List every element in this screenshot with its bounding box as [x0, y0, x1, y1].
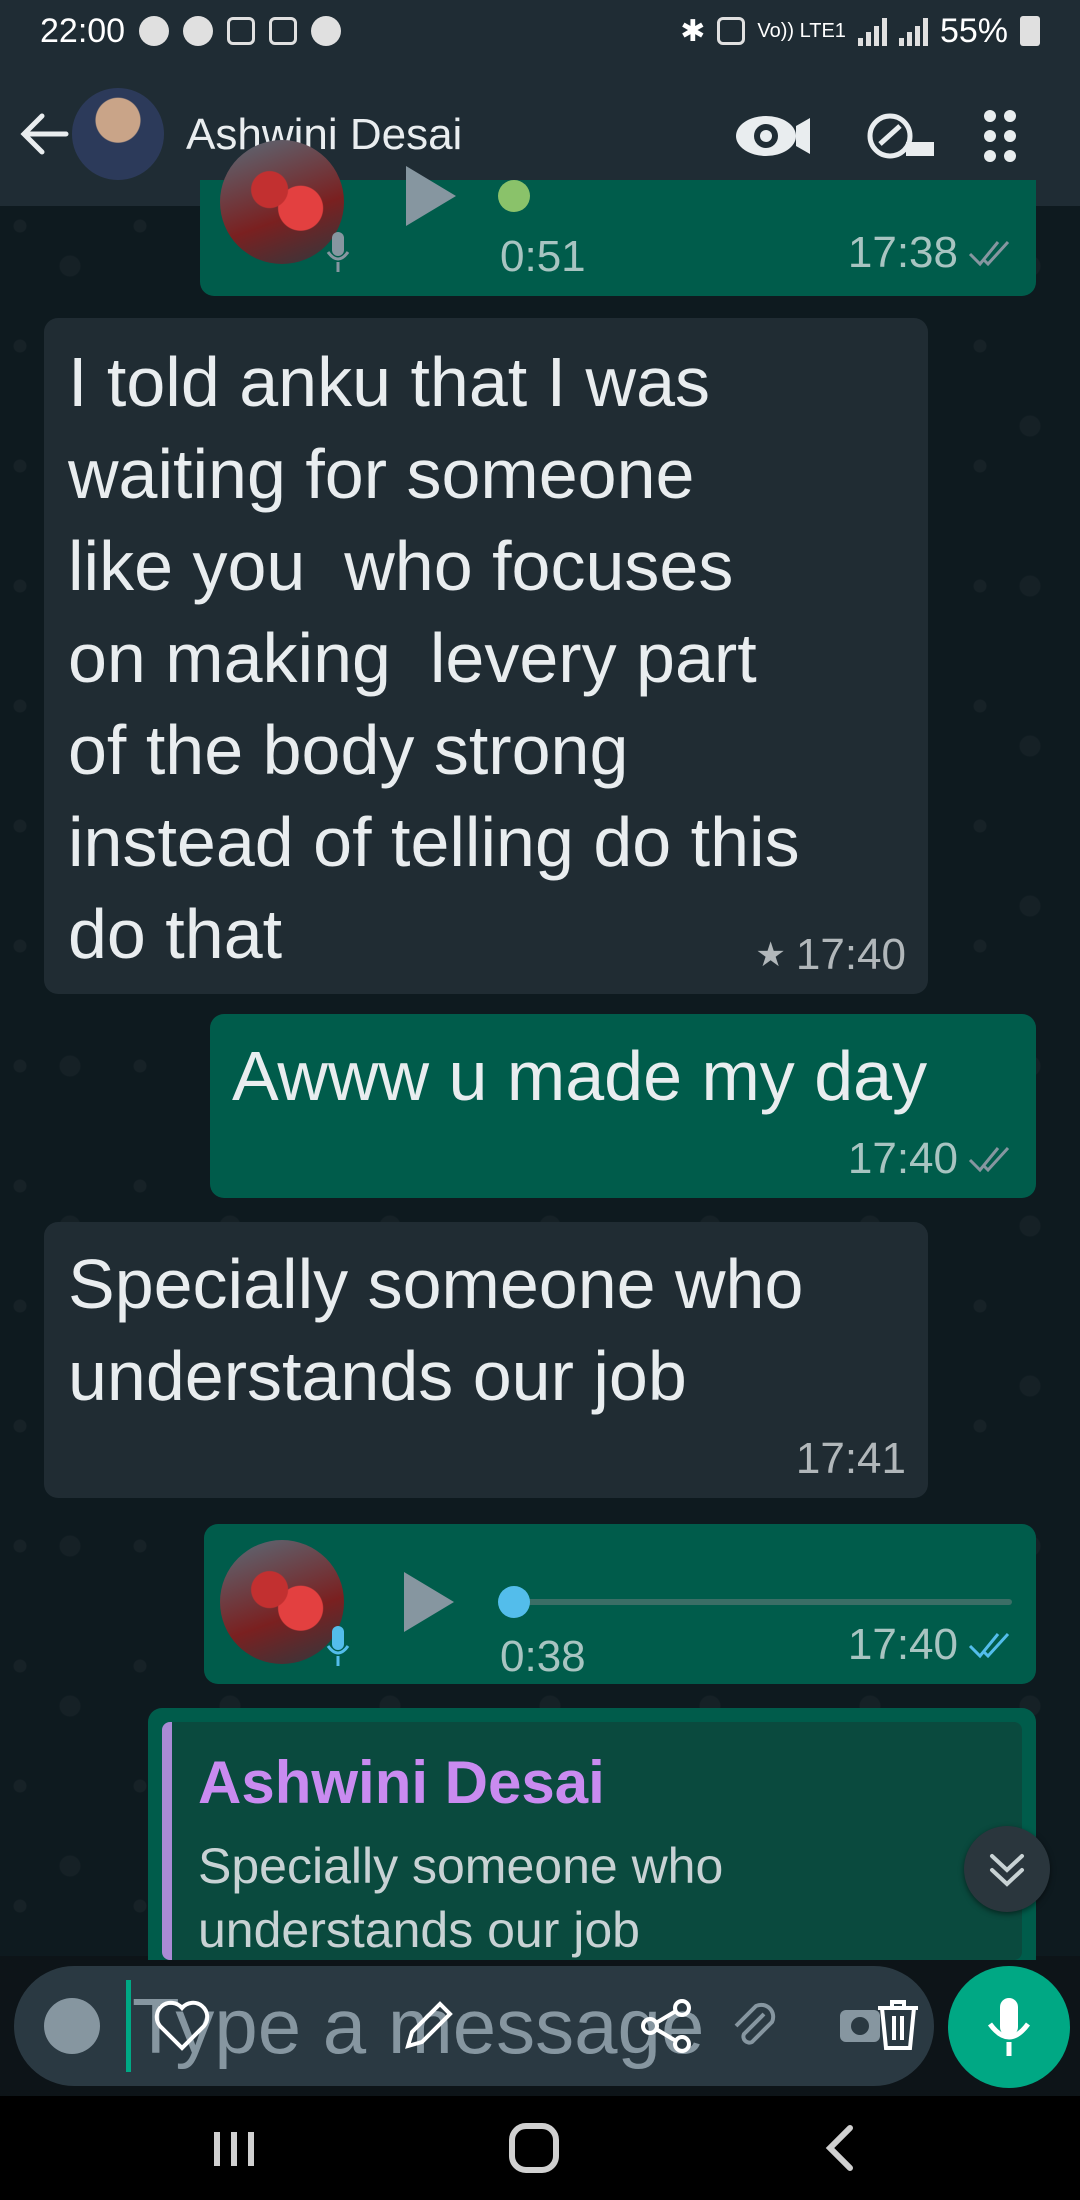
text-cursor — [126, 1980, 131, 2072]
quoted-text: Specially someone who understands our jo… — [198, 1838, 724, 1958]
mic-icon — [326, 1626, 350, 1666]
emoji-icon[interactable] — [44, 1998, 100, 2054]
message-input-bar: Type a message — [14, 1966, 934, 2086]
status-bar: 22:00 ✱ Vo)) LTE1 55% — [0, 0, 1080, 62]
heart-icon[interactable] — [152, 1996, 212, 2056]
battery-percent: 55% — [939, 11, 1008, 50]
trash-icon[interactable] — [868, 1994, 928, 2054]
voice-duration: 0:51 — [500, 232, 586, 281]
message-meta: 17:40 — [848, 1620, 1014, 1670]
message-meta: ★ 17:40 — [755, 930, 906, 980]
star-icon: ★ — [755, 936, 786, 974]
chevron-double-down-icon — [990, 1854, 1024, 1887]
signal-icon — [898, 16, 928, 46]
voice-duration: 0:38 — [500, 1632, 586, 1681]
message-time: 17:40 — [847, 1134, 958, 1183]
recents-icon[interactable] — [194, 2120, 274, 2176]
call-rotate-icon[interactable] — [864, 106, 944, 166]
mic-icon — [987, 1998, 1031, 2056]
double-tick-icon — [968, 240, 1010, 267]
system-nav-bar — [0, 2096, 1080, 2200]
battery-icon — [1020, 16, 1040, 46]
message-meta: 17:38 — [848, 228, 1014, 278]
back-arrow-icon[interactable] — [16, 106, 76, 162]
voice-progress-track[interactable] — [500, 1599, 1012, 1605]
cloud-icon — [311, 16, 342, 46]
share-icon[interactable] — [636, 1996, 696, 2056]
play-button[interactable] — [406, 166, 456, 226]
double-tick-icon — [968, 1146, 1010, 1173]
incoming-message-bubble[interactable]: I told anku that I was waiting for someo… — [44, 318, 928, 994]
message-text: Specially someone who understands our jo… — [68, 1245, 804, 1415]
signal-icon — [857, 16, 887, 46]
status-time: 22:00 — [40, 11, 126, 50]
outgoing-message-bubble[interactable]: Awww u made my day 17:40 — [210, 1014, 1036, 1198]
bluetooth-icon: ✱ — [680, 14, 706, 48]
mic-icon — [326, 232, 350, 272]
play-button[interactable] — [404, 1572, 454, 1632]
eye-icon[interactable] — [734, 106, 814, 166]
notification-icon — [139, 16, 170, 46]
lock-icon — [717, 17, 746, 45]
contact-name[interactable]: Ashwini Desai — [186, 110, 462, 160]
message-text: Awww u made my day — [232, 1037, 928, 1115]
more-vert-icon[interactable] — [980, 106, 1020, 166]
scroll-to-bottom-button[interactable] — [964, 1826, 1050, 1912]
instagram-icon — [227, 17, 256, 45]
message-time: 17:38 — [847, 228, 958, 277]
message-time: 17:40 — [795, 930, 906, 979]
reply-message-bubble[interactable]: Ashwini Desai Specially someone who unde… — [148, 1708, 1036, 1960]
message-meta: 17:40 — [848, 1134, 1014, 1184]
progress-knob[interactable] — [498, 180, 530, 212]
message-text: I told anku that I was waiting for someo… — [68, 343, 800, 973]
avatar[interactable] — [72, 88, 164, 180]
back-icon[interactable] — [800, 2120, 880, 2176]
home-icon[interactable] — [494, 2120, 574, 2176]
notification-icon — [183, 16, 214, 46]
incoming-message-bubble[interactable]: Specially someone who understands our jo… — [44, 1222, 928, 1498]
gallery-icon — [269, 17, 298, 45]
message-time: 17:40 — [847, 1620, 958, 1669]
network-label: Vo)) LTE1 — [757, 20, 846, 42]
message-meta: 17:41 — [796, 1434, 906, 1484]
voice-record-button[interactable] — [948, 1966, 1070, 2088]
voice-message-bubble[interactable]: 0:51 17:38 — [200, 140, 1036, 296]
progress-knob[interactable] — [498, 1586, 530, 1618]
read-tick-icon — [968, 1632, 1010, 1659]
message-time: 17:41 — [795, 1434, 906, 1483]
pencil-icon[interactable] — [398, 1996, 458, 2056]
quoted-message[interactable]: Ashwini Desai Specially someone who unde… — [162, 1722, 1022, 1960]
attach-icon[interactable] — [724, 1996, 784, 2056]
voice-message-bubble[interactable]: 0:38 17:40 — [204, 1524, 1036, 1684]
quoted-sender-name: Ashwini Desai — [198, 1749, 605, 1816]
